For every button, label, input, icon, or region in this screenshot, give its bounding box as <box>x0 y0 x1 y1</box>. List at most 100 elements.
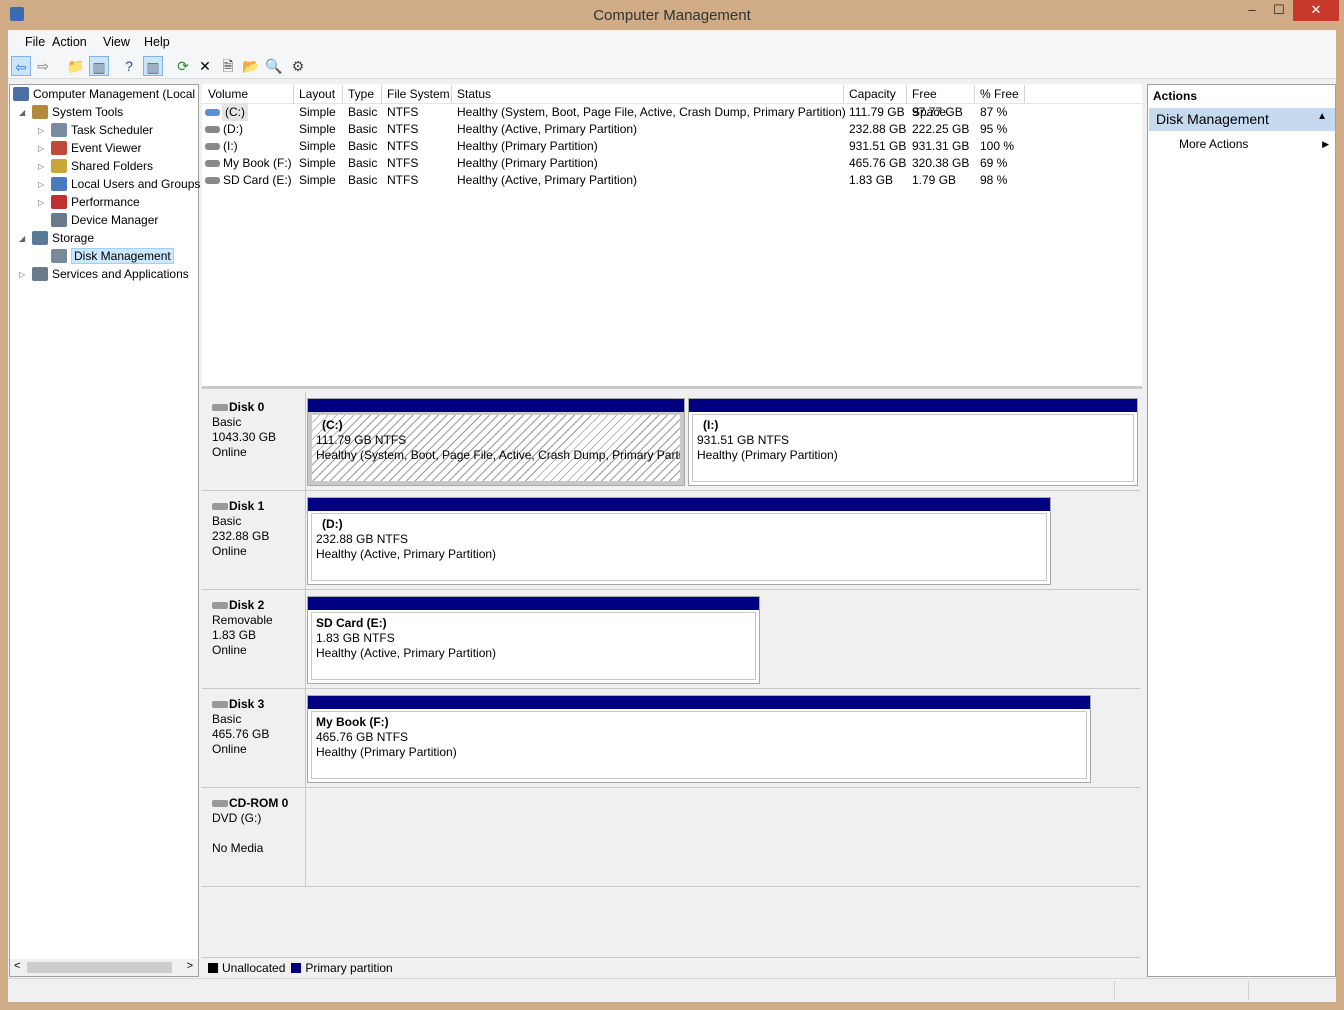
cell-file-system: NTFS <box>387 122 419 136</box>
cell-layout: Simple <box>299 139 336 153</box>
disk-graphical-view: Disk 0 Basic 1043.30 GB Online (C:) 111.79 GB… <box>202 392 1142 957</box>
expand-arrow-icon[interactable]: ▷ <box>38 162 44 171</box>
tree-item-label: Device Manager <box>71 213 159 227</box>
menu-help[interactable]: Help <box>144 35 170 49</box>
tree-item-services-and-applications[interactable]: Services and Applications <box>32 265 189 283</box>
expand-arrow-icon[interactable]: ▷ <box>38 126 44 135</box>
settings-icon[interactable]: ⚙ <box>288 56 308 76</box>
back-icon[interactable]: ⇦ <box>11 56 31 76</box>
menu-file[interactable]: File <box>25 35 45 49</box>
status-bar <box>8 978 1336 1002</box>
tree-item-event-viewer[interactable]: Event Viewer <box>51 139 141 157</box>
expand-arrow-icon[interactable]: ▷ <box>38 198 44 207</box>
partition-status: Healthy (System, Boot, Page File, Active… <box>316 448 681 462</box>
disk-size: 465.76 GB <box>212 727 270 741</box>
legend-label: Unallocated <box>222 961 286 975</box>
cell-capacity: 465.76 GB <box>849 156 907 170</box>
tree-item-system-tools[interactable]: System Tools <box>32 103 123 121</box>
partition[interactable]: (I:) 931.51 GB NTFS Healthy (Primary Parti… <box>688 398 1138 486</box>
minimize-button[interactable]: – <box>1237 0 1267 21</box>
delete-icon[interactable]: ✕ <box>195 56 215 76</box>
disk-row: Disk 0 Basic 1043.30 GB Online (C:) 111.79 GB… <box>202 392 1140 491</box>
cell-capacity: 111.79 GB <box>849 105 905 119</box>
show-hide-action-pane-icon[interactable]: ▥ <box>143 56 163 76</box>
column-header-file-system[interactable]: File System <box>382 85 452 103</box>
cell-file-system: NTFS <box>387 156 419 170</box>
volume-row[interactable]: (C:) Simple Basic NTFS Healthy (System, Boot… <box>202 104 1142 121</box>
disk-type: Removable <box>212 613 273 627</box>
disk-icon <box>212 503 228 510</box>
tree-item-task-scheduler[interactable]: Task Scheduler <box>51 121 153 139</box>
disk-size <box>212 826 305 841</box>
column-header-volume[interactable]: Volume <box>203 85 294 103</box>
expand-arrow-icon[interactable]: ▷ <box>38 144 44 153</box>
show-hide-console-tree-icon[interactable]: ▥ <box>89 56 109 76</box>
tree-item-computer-management[interactable]: Computer Management (Local <box>13 85 195 103</box>
column-header--free[interactable]: % Free <box>975 85 1025 103</box>
disk-size: 232.88 GB <box>212 529 270 543</box>
disk-label[interactable]: Disk 3 Basic 465.76 GB Online <box>202 689 306 787</box>
properties-icon[interactable]: 🗎 <box>218 56 238 76</box>
column-header-layout[interactable]: Layout <box>294 85 343 103</box>
tree-horizontal-scrollbar[interactable]: < > <box>10 959 198 976</box>
cell-status: Healthy (Active, Primary Partition) <box>457 122 638 136</box>
refresh-icon[interactable]: ⟳ <box>173 56 193 76</box>
shared-folders-icon <box>51 159 67 173</box>
expand-arrow-icon[interactable]: ▷ <box>38 180 44 189</box>
disk-label[interactable]: CD-ROM 0 DVD (G:) No Media <box>202 788 306 886</box>
cell-layout: Simple <box>299 173 336 187</box>
forward-icon[interactable]: ⇨ <box>33 56 53 76</box>
column-header-status[interactable]: Status <box>452 85 844 103</box>
column-header-free-space[interactable]: Free Space <box>907 85 975 119</box>
tree-item-label: Disk Management <box>71 248 174 264</box>
menu-view[interactable]: View <box>103 35 130 49</box>
cell-free-space: 1.79 GB <box>912 173 957 187</box>
cell-layout: Simple <box>299 105 336 119</box>
close-button[interactable]: ✕ <box>1293 0 1339 21</box>
partition-size: 111.79 GB NTFS <box>316 433 407 447</box>
tree-item-storage[interactable]: Storage <box>32 229 94 247</box>
disk-label[interactable]: Disk 1 Basic 232.88 GB Online <box>202 491 306 589</box>
volume-row[interactable]: My Book (F:) Simple Basic NTFS Healthy (Prim… <box>202 155 1142 172</box>
help-icon[interactable]: ? <box>119 56 139 76</box>
collapse-arrow-icon[interactable]: ◢ <box>19 108 25 117</box>
drive-icon <box>205 109 220 116</box>
tree-item-disk-management[interactable]: Disk Management <box>51 247 174 265</box>
more-actions[interactable]: More Actions ▶ <box>1179 137 1329 151</box>
tree-item-shared-folders[interactable]: Shared Folders <box>51 157 153 175</box>
volume-row[interactable]: (D:) Simple Basic NTFS Healthy (Active, Prim… <box>202 121 1142 138</box>
toolbar: ⇦ ⇨ 📁 ▥? ▥ ⟳ ✕ 🗎 📂 🔍 ⚙ <box>8 53 1336 79</box>
menu-action[interactable]: Action <box>52 35 87 49</box>
legend-item: Unallocated <box>208 961 285 975</box>
disk-label[interactable]: Disk 2 Removable 1.83 GB Online <box>202 590 306 688</box>
disk-state: Online <box>212 544 247 558</box>
partition[interactable]: (D:) 232.88 GB NTFS Healthy (Active, Prima… <box>307 497 1051 585</box>
tree-item-local-users-and-groups[interactable]: Local Users and Groups <box>51 175 200 193</box>
column-header-capacity[interactable]: Capacity <box>844 85 907 103</box>
disk-name: Disk 0 <box>229 400 265 414</box>
partition[interactable]: (C:) 111.79 GB NTFS Healthy (System, Boot,… <box>307 398 685 486</box>
disk-type: DVD (G:) <box>212 811 262 825</box>
tree-item-label: System Tools <box>52 105 124 119</box>
primary-partition-bar <box>308 597 759 610</box>
partition[interactable]: My Book (F:) 465.76 GB NTFS Healthy (Prima… <box>307 695 1091 783</box>
cell-type: Basic <box>348 105 378 119</box>
volume-row[interactable]: (I:) Simple Basic NTFS Healthy (Primary Part… <box>202 138 1142 155</box>
open-icon[interactable]: 📂 <box>241 56 261 76</box>
maximize-button[interactable]: ☐ <box>1264 0 1294 21</box>
expand-arrow-icon[interactable]: ▷ <box>19 270 25 279</box>
submenu-arrow-icon: ▶ <box>1322 139 1329 149</box>
column-header-type[interactable]: Type <box>343 85 382 103</box>
disk-label[interactable]: Disk 0 Basic 1043.30 GB Online <box>202 392 306 490</box>
up-folder-icon[interactable]: 📁 <box>66 56 86 76</box>
collapse-arrow-icon[interactable]: ◢ <box>19 234 25 243</box>
volume-row[interactable]: SD Card (E:) Simple Basic NTFS Healthy (Acti… <box>202 172 1142 189</box>
tree-item-performance[interactable]: Performance <box>51 193 140 211</box>
legend-swatch <box>208 963 218 973</box>
tree-item-device-manager[interactable]: Device Manager <box>51 211 158 229</box>
cell--free: 98 % <box>980 173 1008 187</box>
partition[interactable]: SD Card (E:) 1.83 GB NTFS Healthy (Active,… <box>307 596 760 684</box>
actions-section-disk-management[interactable]: Disk Management ▲ <box>1149 108 1335 131</box>
disk-icon <box>212 602 228 609</box>
search-icon[interactable]: 🔍 <box>264 56 284 76</box>
